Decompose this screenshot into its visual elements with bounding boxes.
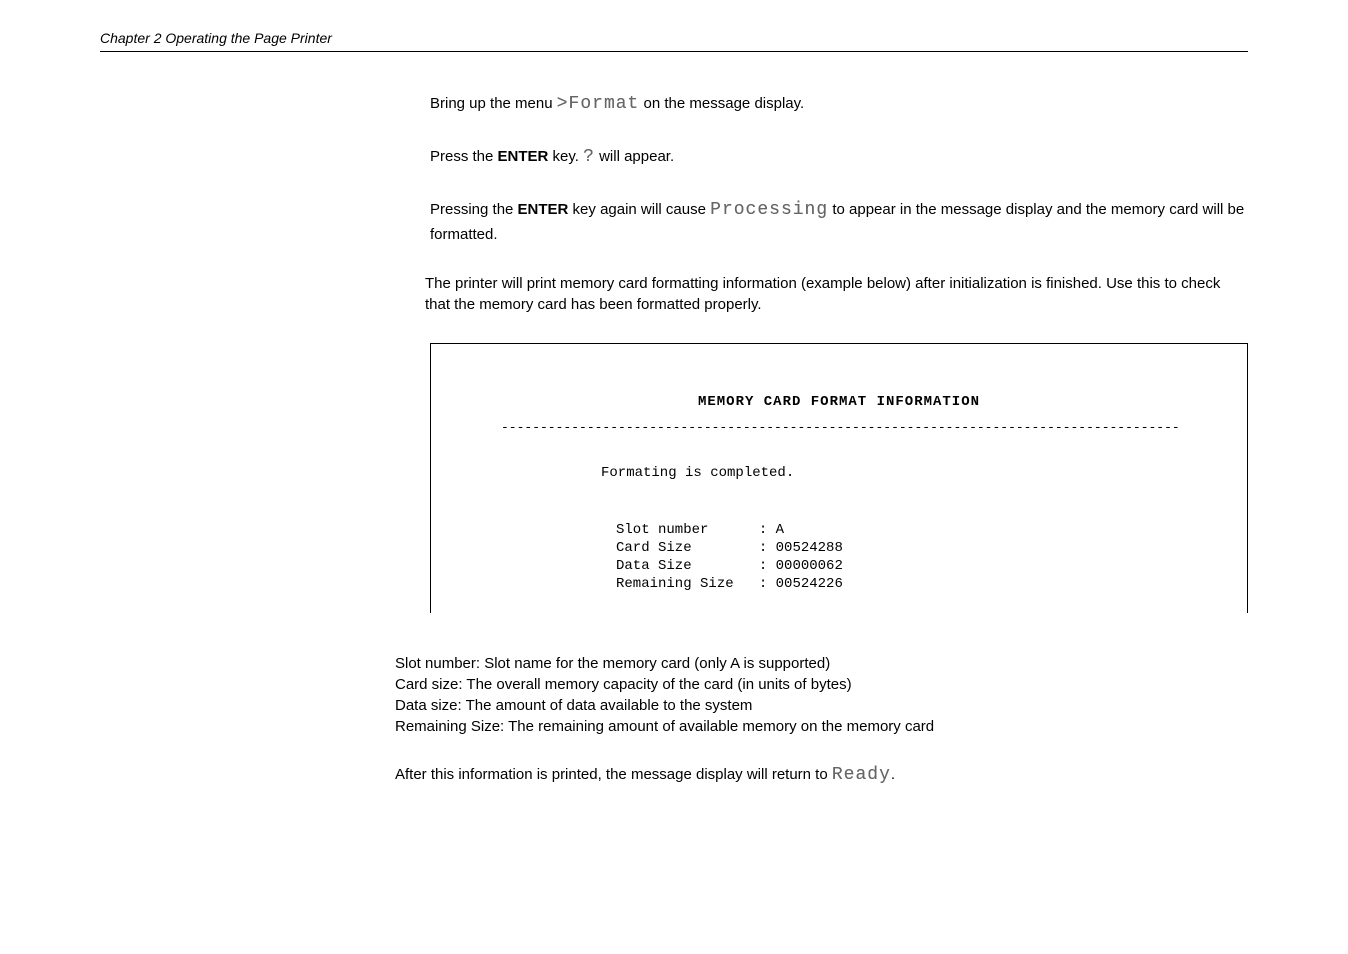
text: Pressing the <box>430 201 518 218</box>
chapter-header: Chapter 2 Operating the Page Printer <box>100 30 1248 46</box>
code-processing: Processing <box>710 200 828 220</box>
code-question: ? <box>583 147 595 167</box>
dashed-line: ----------------------------------------… <box>501 420 1207 435</box>
desc-remain: Remaining Size: The remaining amount of … <box>395 716 1248 737</box>
code-ready: Ready <box>832 765 891 785</box>
text: . <box>891 766 895 783</box>
paragraph-2: Press the ENTER key. ? will appear. <box>430 145 1248 170</box>
content-area: Bring up the menu >Format on the message… <box>430 92 1248 785</box>
enter-key-bold: ENTER <box>498 148 549 165</box>
text: After this information is printed, the m… <box>395 766 832 783</box>
info-title: MEMORY CARD FORMAT INFORMATION <box>471 394 1207 410</box>
slot-value: A <box>776 522 784 538</box>
info-status: Formating is completed. <box>601 465 1207 481</box>
text: key again will cause <box>568 201 710 218</box>
text: will appear. <box>595 148 674 165</box>
text: key. <box>548 148 583 165</box>
field-descriptions: Slot number: Slot name for the memory ca… <box>395 653 1248 737</box>
card-label: Card Size <box>616 540 692 556</box>
slot-label: Slot number <box>616 522 708 538</box>
final-paragraph: After this information is printed, the m… <box>395 765 1248 785</box>
remain-label: Remaining Size <box>616 576 734 592</box>
text: Bring up the menu <box>430 95 557 112</box>
enter-key-bold: ENTER <box>518 201 569 218</box>
format-info-box: MEMORY CARD FORMAT INFORMATION ---------… <box>430 343 1248 614</box>
code-format: >Format <box>557 94 640 114</box>
text: Press the <box>430 148 498 165</box>
desc-data: Data size: The amount of data available … <box>395 695 1248 716</box>
desc-slot: Slot number: Slot name for the memory ca… <box>395 653 1248 674</box>
remain-value: 00524226 <box>776 576 843 592</box>
paragraph-4: The printer will print memory card forma… <box>425 273 1248 315</box>
data-value: 00000062 <box>776 558 843 574</box>
paragraph-1: Bring up the menu >Format on the message… <box>430 92 1248 117</box>
paragraph-3: Pressing the ENTER key again will cause … <box>430 198 1248 244</box>
text: on the message display. <box>639 95 804 112</box>
header-divider <box>100 51 1248 52</box>
card-value: 00524288 <box>776 540 843 556</box>
desc-card: Card size: The overall memory capacity o… <box>395 674 1248 695</box>
info-details: Slot number : A Card Size : 00524288 Dat… <box>616 521 1207 594</box>
data-label: Data Size <box>616 558 692 574</box>
